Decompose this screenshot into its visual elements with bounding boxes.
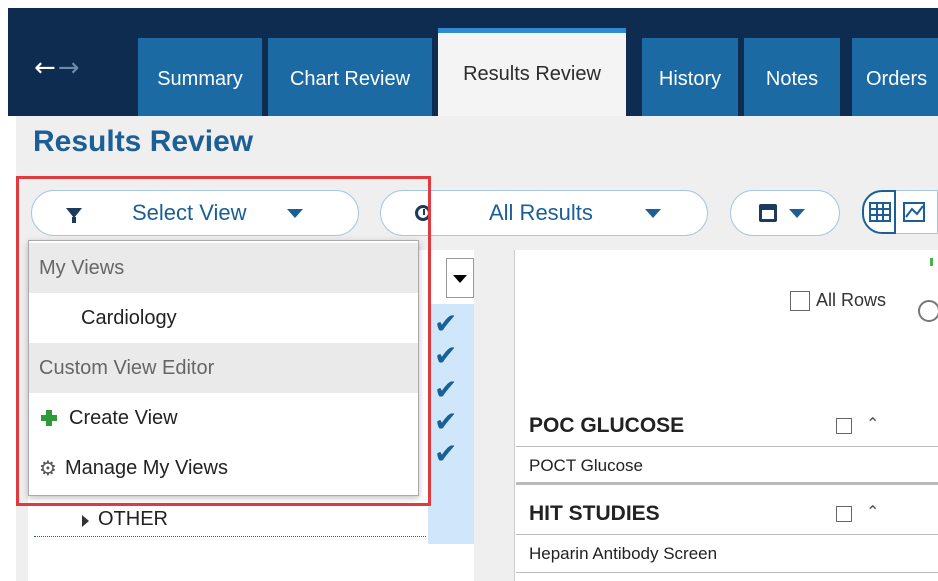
trend-chart-icon[interactable] xyxy=(836,418,852,434)
check-icon[interactable]: ✔ xyxy=(434,310,464,338)
result-row-poct-glucose[interactable]: POCT Glucose xyxy=(529,456,643,476)
chevron-down-icon xyxy=(789,208,805,218)
highlight-box xyxy=(16,176,431,506)
window-margin-left xyxy=(0,0,8,581)
collapse-icon[interactable]: ⌃ xyxy=(866,502,879,521)
section-header-hit-studies[interactable]: HIT STUDIES xyxy=(529,502,660,526)
column-filter-button[interactable] xyxy=(446,258,474,298)
all-rows-checkbox[interactable] xyxy=(790,290,810,311)
check-icon[interactable]: ✔ xyxy=(434,376,464,404)
forward-arrow-icon[interactable]: → xyxy=(58,53,80,83)
tab-notes[interactable]: Notes xyxy=(744,38,840,116)
tab-orders[interactable]: Orders xyxy=(852,38,938,116)
tab-chart-review[interactable]: Chart Review xyxy=(268,38,432,116)
chevron-down-icon xyxy=(453,275,467,283)
chevron-down-icon xyxy=(644,208,661,218)
back-arrow-icon[interactable]: ← xyxy=(34,53,56,83)
date-range-dropdown[interactable] xyxy=(730,190,840,236)
page-title: Results Review xyxy=(33,125,254,158)
all-rows-toggle[interactable]: All Rows xyxy=(790,290,886,311)
graph-view-icon xyxy=(903,202,925,222)
results-filter-label: All Results xyxy=(489,200,593,225)
row-divider xyxy=(516,572,938,573)
all-rows-label: All Rows xyxy=(816,290,887,310)
tree-divider xyxy=(34,536,426,537)
calendar-icon xyxy=(759,204,777,222)
tab-results-review[interactable]: Results Review xyxy=(438,28,626,116)
section-header-poc-glucose[interactable]: POC GLUCOSE xyxy=(529,414,684,438)
check-icon[interactable]: ✔ xyxy=(434,408,464,436)
graph-view-button[interactable] xyxy=(896,190,938,234)
section-divider xyxy=(516,482,938,485)
tab-history[interactable]: History xyxy=(642,38,738,116)
result-row-heparin-antibody-screen[interactable]: Heparin Antibody Screen xyxy=(529,544,717,564)
tree-node-other[interactable]: OTHER xyxy=(98,508,168,531)
close-icon[interactable] xyxy=(918,300,938,322)
history-navigation: ←→ xyxy=(34,48,80,88)
expand-triangle-icon[interactable] xyxy=(82,515,89,527)
status-indicator xyxy=(930,258,933,266)
grid-view-button[interactable] xyxy=(862,190,896,234)
check-icon[interactable]: ✔ xyxy=(434,440,464,468)
row-divider xyxy=(516,446,938,447)
collapse-icon[interactable]: ⌃ xyxy=(866,414,879,433)
grid-view-icon xyxy=(869,202,891,222)
row-divider xyxy=(516,534,938,535)
check-icon[interactable]: ✔ xyxy=(434,342,464,370)
trend-chart-icon[interactable] xyxy=(836,506,852,522)
tab-summary[interactable]: Summary xyxy=(138,38,262,116)
window-margin-top xyxy=(0,0,938,8)
